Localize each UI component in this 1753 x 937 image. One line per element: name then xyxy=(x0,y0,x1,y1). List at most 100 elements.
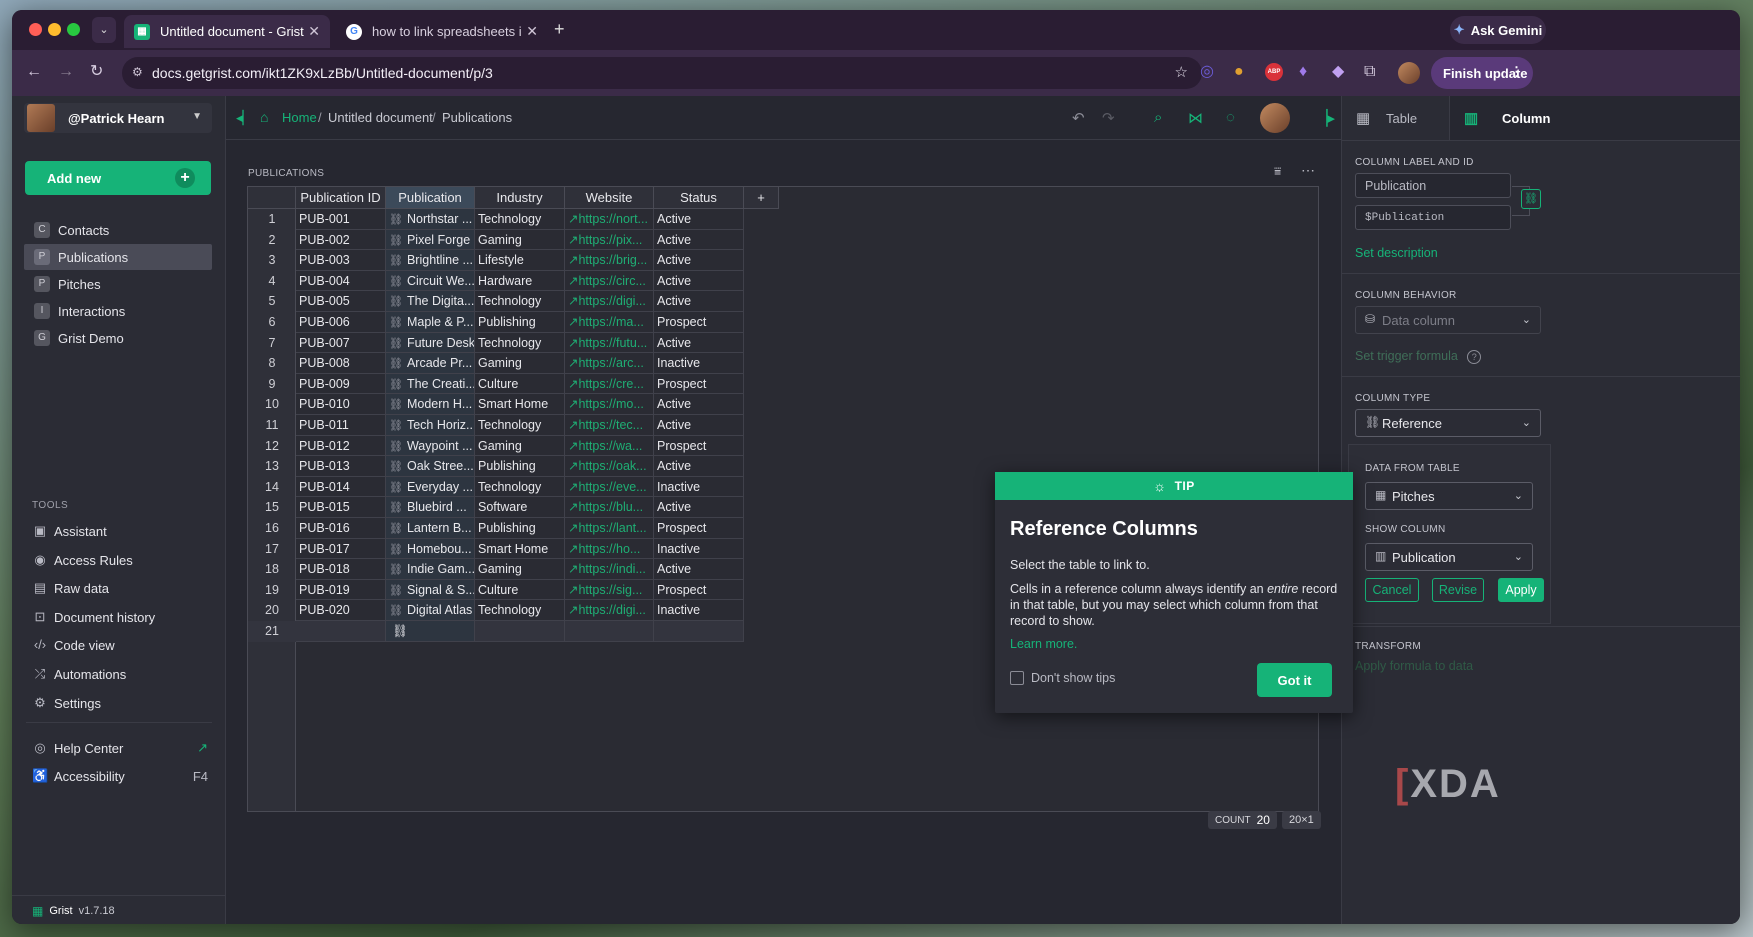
publication-cell[interactable]: ⛓ Tech Horiz... xyxy=(386,415,475,436)
tool-settings[interactable]: ⚙ Settings xyxy=(32,692,101,714)
publication-id-cell[interactable]: PUB-006 xyxy=(296,312,386,333)
row-number[interactable]: 14 xyxy=(248,477,296,497)
comments-icon[interactable]: ◌ xyxy=(1226,109,1235,126)
publication-id-cell[interactable]: PUB-002 xyxy=(296,229,386,251)
extension-lens-icon[interactable]: ◎ xyxy=(1200,64,1214,80)
website-cell[interactable]: ↗https://cre... xyxy=(565,373,654,395)
corner-header[interactable] xyxy=(248,187,296,209)
dont-show-tips-checkbox[interactable] xyxy=(1010,671,1024,685)
page-item-grist-demo[interactable]: G Grist Demo xyxy=(24,325,212,351)
publication-id-cell[interactable]: PUB-004 xyxy=(296,270,386,292)
tab-grist[interactable]: ▦ Untitled document - Grist ✕ xyxy=(124,15,330,48)
link-icon[interactable]: ⛓ xyxy=(1521,189,1541,209)
industry-cell[interactable]: Technology xyxy=(475,476,565,498)
publication-id-cell[interactable]: PUB-008 xyxy=(296,353,386,374)
website-cell[interactable]: ↗https://digi... xyxy=(565,291,654,312)
tab-search-icon[interactable]: ⌄ xyxy=(92,17,116,43)
page-item-interactions[interactable]: I Interactions xyxy=(24,298,212,324)
extension-drop-icon[interactable]: ♦ xyxy=(1299,64,1307,80)
row-number[interactable]: 16 xyxy=(248,518,296,538)
publication-cell[interactable]: ⛓ Indie Gam... xyxy=(386,559,475,580)
tab-column[interactable]: ▥ Column xyxy=(1449,96,1740,140)
undo-icon[interactable]: ↶ xyxy=(1072,109,1085,127)
publication-cell[interactable]: ⛓ The Creati... xyxy=(386,373,475,395)
publication-cell[interactable]: ⛓ Digital Atlas xyxy=(386,600,475,621)
back-icon[interactable]: ← xyxy=(26,64,42,80)
apply-button[interactable]: Apply xyxy=(1498,578,1544,602)
tool-assistant[interactable]: ▣ Assistant xyxy=(32,520,107,542)
set-description-link[interactable]: Set description xyxy=(1355,246,1438,260)
new-tab-button[interactable]: + xyxy=(554,19,565,40)
industry-cell[interactable]: Technology xyxy=(475,291,565,312)
publication-id-cell[interactable]: PUB-019 xyxy=(296,579,386,601)
row-number[interactable]: 5 xyxy=(248,291,296,311)
status-cell[interactable]: Inactive xyxy=(654,538,744,560)
row-number[interactable]: 9 xyxy=(248,374,296,394)
row-number[interactable]: 8 xyxy=(248,353,296,373)
extensions-puzzle-icon[interactable]: ⧉ xyxy=(1364,64,1375,80)
page-item-pitches[interactable]: P Pitches xyxy=(24,271,212,297)
tool-code-view[interactable]: ‹/› Code view xyxy=(32,634,115,656)
revise-button[interactable]: Revise xyxy=(1432,578,1484,602)
status-cell[interactable]: Active xyxy=(654,209,744,230)
website-cell[interactable] xyxy=(565,621,654,642)
publication-cell[interactable]: ⛓ Maple & P... xyxy=(386,312,475,333)
breadcrumb-document[interactable]: Untitled document xyxy=(328,110,433,125)
ask-gemini-button[interactable]: ✦ Ask Gemini xyxy=(1450,16,1546,44)
website-cell[interactable]: ↗https://mo... xyxy=(565,394,654,415)
column-id-input[interactable]: $Publication xyxy=(1355,205,1511,230)
website-cell[interactable]: ↗https://nort... xyxy=(565,209,654,230)
column-header[interactable]: Publication xyxy=(386,187,475,209)
publication-id-cell[interactable]: PUB-017 xyxy=(296,538,386,560)
close-tab-icon[interactable]: ✕ xyxy=(308,23,320,40)
status-cell[interactable]: Inactive xyxy=(654,600,744,621)
redo-icon[interactable]: ↷ xyxy=(1102,109,1115,127)
row-number[interactable]: 10 xyxy=(248,394,296,414)
account-menu[interactable]: @Patrick Hearn ▼ xyxy=(24,103,212,133)
sort-filter-icon[interactable]: ⩸ xyxy=(1274,164,1281,179)
status-cell[interactable]: Prospect xyxy=(654,373,744,395)
publication-cell[interactable]: ⛓ Homebou... xyxy=(386,538,475,560)
website-cell[interactable]: ↗https://circ... xyxy=(565,270,654,292)
status-cell[interactable]: Prospect xyxy=(654,312,744,333)
address-bar[interactable]: ⚙ docs.getgrist.com/ikt1ZK9xLzBb/Untitle… xyxy=(122,57,1202,89)
status-cell[interactable]: Prospect xyxy=(654,435,744,457)
row-number[interactable]: 1 xyxy=(248,209,296,229)
publication-id-cell[interactable]: PUB-012 xyxy=(296,435,386,457)
bookmark-star-icon[interactable]: ☆ xyxy=(1175,63,1188,81)
forward-icon[interactable]: → xyxy=(58,64,74,80)
website-cell[interactable]: ↗https://digi... xyxy=(565,600,654,621)
share-icon[interactable]: ⋈ xyxy=(1188,109,1203,127)
row-number[interactable]: 19 xyxy=(248,580,296,600)
row-number[interactable]: 11 xyxy=(248,415,296,435)
status-cell[interactable]: Active xyxy=(654,456,744,477)
tool-access-rules[interactable]: ◉ Access Rules xyxy=(32,549,132,571)
column-header[interactable]: Publication ID xyxy=(296,187,386,209)
publication-cell[interactable]: ⛓ Signal & S... xyxy=(386,579,475,601)
column-behavior-select[interactable]: ⛁ Data column ⌄ xyxy=(1355,306,1541,334)
section-menu-icon[interactable]: ⋯ xyxy=(1301,162,1315,179)
publication-id-cell[interactable]: PUB-009 xyxy=(296,373,386,395)
website-cell[interactable]: ↗https://wa... xyxy=(565,435,654,457)
publication-id-cell[interactable] xyxy=(296,621,386,642)
status-cell[interactable]: Active xyxy=(654,332,744,354)
tool-document-history[interactable]: ⊡ Document history xyxy=(32,606,156,628)
breadcrumb-home[interactable]: Home xyxy=(282,110,317,125)
website-cell[interactable]: ↗https://pix... xyxy=(565,229,654,251)
new-row[interactable]: 21 ⛓ xyxy=(248,621,744,642)
add-new-button[interactable]: Add new + xyxy=(25,161,211,195)
industry-cell[interactable]: Technology xyxy=(475,600,565,621)
got-it-button[interactable]: Got it xyxy=(1257,663,1332,697)
industry-cell[interactable]: Hardware xyxy=(475,270,565,292)
publication-id-cell[interactable]: PUB-007 xyxy=(296,332,386,354)
publication-cell[interactable]: ⛓ Modern H... xyxy=(386,394,475,415)
page-item-publications[interactable]: P Publications xyxy=(24,244,212,270)
learn-more-link[interactable]: Learn more. xyxy=(1010,637,1077,651)
status-cell[interactable]: Active xyxy=(654,559,744,580)
status-cell[interactable]: Inactive xyxy=(654,353,744,374)
publication-id-cell[interactable]: PUB-013 xyxy=(296,456,386,477)
row-number[interactable]: 20 xyxy=(248,600,296,620)
publication-cell[interactable]: ⛓ Circuit We... xyxy=(386,270,475,292)
reload-icon[interactable]: ↻ xyxy=(90,64,103,80)
row-number[interactable]: 6 xyxy=(248,312,296,332)
